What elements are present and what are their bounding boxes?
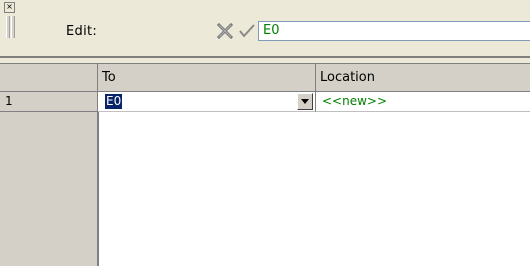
close-icon[interactable]: × [4, 2, 15, 13]
edit-label: Edit: [66, 24, 98, 39]
to-cell-combobox[interactable]: E0 [98, 92, 316, 112]
to-cell-value[interactable]: E0 [105, 94, 123, 109]
accept-check-icon [239, 24, 255, 38]
cancel-button[interactable] [214, 21, 236, 41]
grid-editor-window: × Edit: E0 To Location 1 E0 <<new>> [0, 0, 530, 266]
edit-value-field[interactable]: E0 [258, 21, 530, 41]
toolbar-grip[interactable]: × [4, 2, 16, 40]
edit-toolbar: × Edit: E0 [0, 0, 530, 56]
location-cell[interactable]: <<new>> [316, 92, 530, 112]
column-divider [98, 112, 99, 266]
row-header[interactable]: 1 [0, 92, 98, 112]
grip-bar-icon [11, 16, 15, 38]
cancel-x-icon [216, 23, 234, 39]
column-header-to[interactable]: To [98, 64, 316, 92]
grip-bar-icon [6, 16, 10, 38]
grid-corner-header[interactable] [0, 64, 98, 92]
accept-button[interactable] [236, 21, 258, 41]
chevron-down-icon [301, 99, 309, 104]
data-grid: To Location 1 E0 <<new>> [0, 56, 530, 266]
column-header-location[interactable]: Location [316, 64, 530, 92]
dropdown-button[interactable] [297, 93, 313, 110]
